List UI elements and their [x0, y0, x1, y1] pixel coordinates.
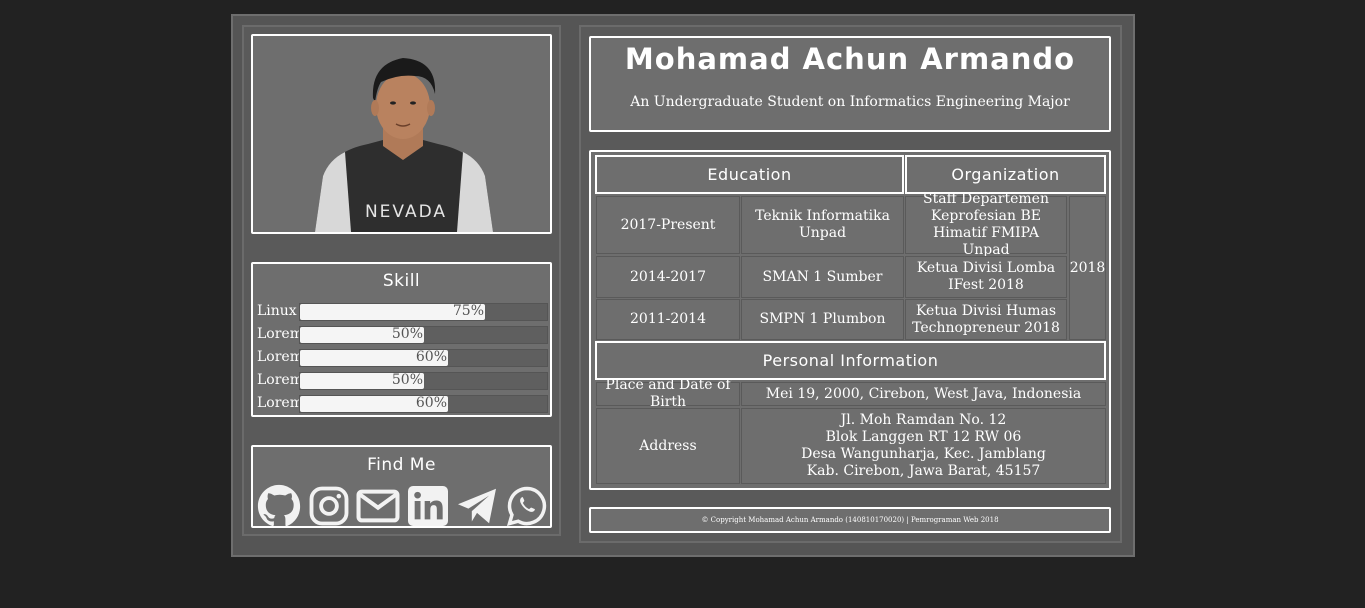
education-header: Education — [595, 155, 904, 194]
skill-progress-track: 60% — [299, 395, 548, 413]
skill-percent: 75% — [452, 303, 484, 319]
education-school: SMPN 1 Plumbon — [741, 299, 904, 340]
organization-role: Staff Departemen Keprofesian BE Himatif … — [905, 191, 1067, 258]
copyright-text: © Copyright Mohamad Achun Armando (14081… — [701, 516, 999, 524]
github-icon[interactable] — [257, 484, 301, 528]
organization-role: Ketua Divisi Humas Technopreneur 2018 — [905, 299, 1067, 340]
address-line: Kab. Cirebon, Jawa Barat, 45157 — [806, 463, 1041, 479]
skill-progress-track: 50% — [299, 326, 548, 344]
telegram-icon[interactable] — [455, 484, 499, 528]
skill-panel: Skill Linux 75% Lorem 50% Lorem 60% Lorem 50% Lo… — [251, 262, 552, 417]
organization-year: 2018 — [1069, 196, 1106, 340]
profile-photo: NEVADA — [251, 34, 552, 234]
skill-progress-bar: 60% — [300, 349, 448, 366]
skill-progress-bar: 50% — [300, 372, 424, 389]
skill-label: Lorem — [257, 372, 303, 388]
skill-percent: 50% — [391, 372, 423, 388]
skill-progress-track: 75% — [299, 303, 548, 321]
skill-label: Linux — [257, 303, 297, 319]
skill-progress-bar: 50% — [300, 326, 424, 343]
mail-icon[interactable] — [356, 484, 400, 528]
skill-row: Lorem 50% — [255, 325, 549, 345]
skill-row: Lorem 50% — [255, 371, 549, 391]
skill-progress-bar: 75% — [300, 303, 485, 320]
education-school: SMAN 1 Sumber — [741, 256, 904, 298]
skill-percent: 60% — [415, 395, 447, 411]
skill-label: Lorem — [257, 349, 303, 365]
skill-percent: 50% — [391, 326, 423, 342]
skill-label: Lorem — [257, 395, 303, 411]
birth-value: Mei 19, 2000, Cirebon, West Java, Indone… — [741, 382, 1106, 406]
education-school: Teknik Informatika Unpad — [741, 196, 904, 254]
info-table: Education Organization 2017-Present Tekn… — [589, 150, 1111, 490]
skill-row: Linux 75% — [255, 302, 549, 322]
linkedin-icon[interactable] — [406, 484, 450, 528]
education-period: 2017-Present — [596, 196, 740, 254]
education-period: 2011-2014 — [596, 299, 740, 340]
instagram-icon[interactable] — [307, 484, 351, 528]
address-line: Desa Wangunharja, Kec. Jamblang — [801, 446, 1046, 462]
birth-label: Place and Date of Birth — [596, 377, 740, 410]
shirt-text: NEVADA — [365, 202, 447, 222]
skill-row: Lorem 60% — [255, 394, 549, 414]
personal-info-header: Personal Information — [595, 341, 1106, 380]
skill-label: Lorem — [257, 326, 303, 342]
find-me-title: Find Me — [367, 455, 436, 475]
address-label: Address — [596, 408, 740, 484]
profile-subtitle: An Undergraduate Student on Informatics … — [630, 94, 1070, 110]
profile-header: Mohamad Achun Armando An Undergraduate S… — [589, 36, 1111, 132]
education-period: 2014-2017 — [596, 256, 740, 298]
skill-row: Lorem 60% — [255, 348, 549, 368]
organization-header: Organization — [905, 155, 1106, 194]
skill-title: Skill — [382, 271, 421, 291]
address-line: Jl. Moh Ramdan No. 12 — [840, 412, 1007, 428]
footer: © Copyright Mohamad Achun Armando (14081… — [589, 507, 1111, 533]
find-me-panel: Find Me — [251, 445, 552, 528]
whatsapp-icon[interactable] — [505, 484, 549, 528]
address-value: Jl. Moh Ramdan No. 12 Blok Langgen RT 12… — [741, 408, 1106, 484]
social-links — [257, 484, 549, 528]
skill-progress-track: 50% — [299, 372, 548, 390]
skill-percent: 60% — [415, 349, 447, 365]
skill-progress-bar: 60% — [300, 395, 448, 412]
skill-progress-track: 60% — [299, 349, 548, 367]
address-line: Blok Langgen RT 12 RW 06 — [825, 429, 1022, 445]
profile-name: Mohamad Achun Armando — [624, 42, 1076, 76]
organization-role: Ketua Divisi Lomba IFest 2018 — [905, 256, 1067, 298]
